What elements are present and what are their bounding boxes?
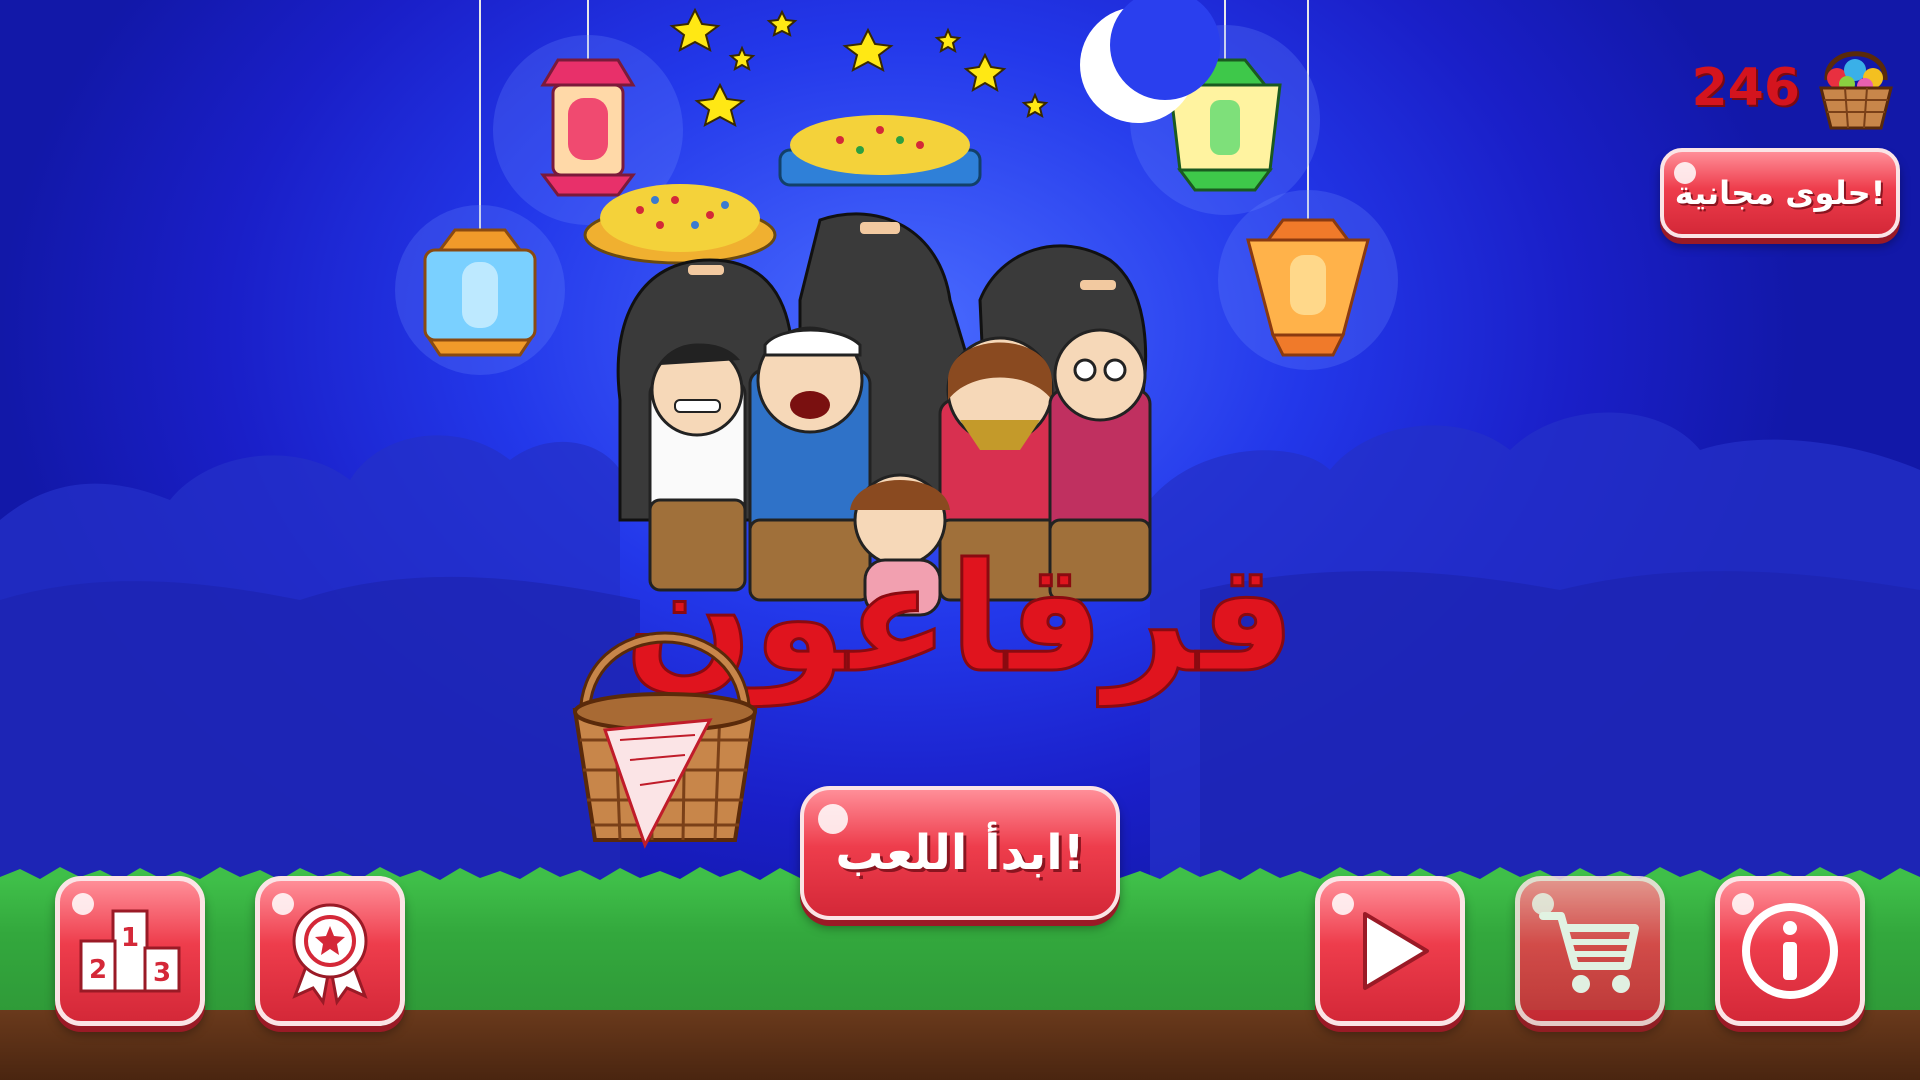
info-button[interactable] xyxy=(1715,876,1865,1026)
basket-icon xyxy=(572,631,758,849)
svg-text:2: 2 xyxy=(89,955,107,985)
info-icon xyxy=(1742,903,1838,999)
leaderboard-button[interactable]: 1 2 3 xyxy=(55,876,205,1026)
candy-basket-icon xyxy=(1819,51,1893,130)
free-candy-label: حلوى مجانية! xyxy=(1674,174,1886,212)
play-button[interactable] xyxy=(1315,876,1465,1026)
game-scene: قرقاعون 246 حلوى مجانية! ابدأ اللعب! 1 2… xyxy=(0,0,1920,1080)
blue-lantern-icon xyxy=(395,205,565,375)
free-candy-button[interactable]: حلوى مجانية! xyxy=(1660,148,1900,238)
candy-count: 246 xyxy=(1691,58,1800,118)
shop-button[interactable] xyxy=(1515,876,1665,1026)
button-shine xyxy=(818,804,848,834)
podium-icon: 1 2 3 xyxy=(79,909,181,993)
start-game-label: ابدأ اللعب! xyxy=(835,825,1085,881)
achievements-button[interactable] xyxy=(255,876,405,1026)
orange-lantern-icon xyxy=(1218,190,1398,370)
play-icon xyxy=(1363,912,1429,990)
button-shine xyxy=(1674,162,1696,184)
cart-icon xyxy=(1539,912,1639,993)
svg-text:1: 1 xyxy=(121,923,139,953)
award-ribbon-icon xyxy=(292,903,368,1006)
start-game-button[interactable]: ابدأ اللعب! xyxy=(800,786,1120,920)
svg-text:3: 3 xyxy=(153,958,171,988)
